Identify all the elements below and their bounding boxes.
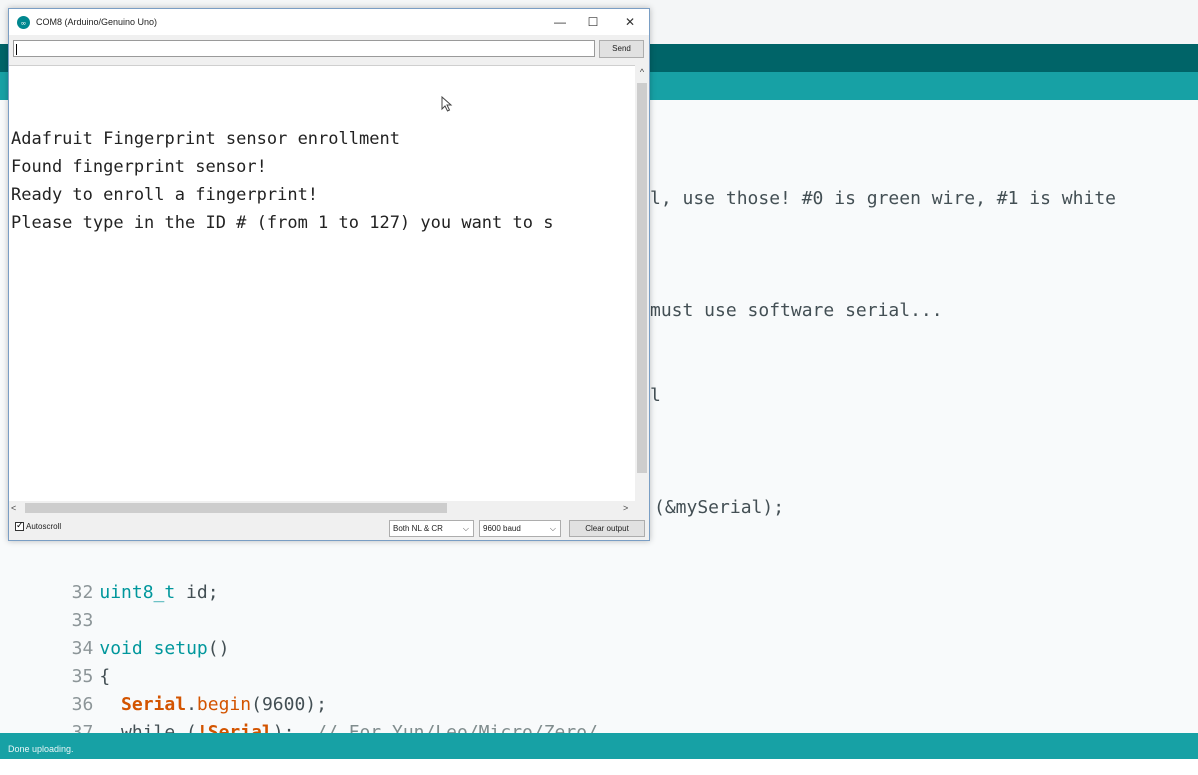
- code-token: id;: [175, 582, 219, 603]
- status-text: Done uploading.: [8, 744, 74, 754]
- scroll-up-arrow[interactable]: ^: [635, 65, 649, 79]
- vertical-scroll-thumb[interactable]: [637, 83, 647, 473]
- mouse-pointer-icon: [441, 95, 453, 117]
- code-line: 32 uint8_t id;: [0, 551, 219, 603]
- horizontal-scroll-thumb[interactable]: [25, 503, 447, 513]
- code-fragment: must use software serial...: [650, 300, 943, 321]
- clear-output-button[interactable]: Clear output: [569, 520, 645, 537]
- send-button[interactable]: Send: [599, 40, 644, 58]
- serial-output[interactable]: Adafruit Fingerprint sensor enrollment F…: [9, 65, 635, 506]
- text-caret: [16, 44, 17, 55]
- horizontal-scrollbar[interactable]: < >: [9, 501, 635, 515]
- code-line: 36 Serial.begin(9600);: [0, 663, 327, 715]
- serial-monitor-window: ∞ COM8 (Arduino/Genuino Uno) — ☐ ✕ Send …: [8, 8, 650, 541]
- autoscroll-label: Autoscroll: [26, 522, 62, 531]
- maximize-button[interactable]: ☐: [575, 12, 611, 32]
- code-fragment: l, use those! #0 is green wire, #1 is wh…: [650, 188, 1116, 209]
- checkbox-checked-icon[interactable]: [15, 520, 24, 532]
- output-line: Ready to enroll a fingerprint!: [11, 185, 319, 205]
- minimize-button[interactable]: —: [542, 12, 578, 32]
- code-fragment: (&mySerial);: [654, 497, 785, 518]
- svg-text:∞: ∞: [21, 20, 27, 28]
- output-line: Found fingerprint sensor!: [11, 157, 267, 177]
- serial-controls: Autoscroll Both NL & CR ⌵ 9600 baud ⌵ Cl…: [9, 515, 649, 540]
- code-line: 37 while (!Serial); // For Yun/Leo/Micro…: [0, 691, 631, 743]
- window-title: COM8 (Arduino/Genuino Uno): [36, 17, 158, 27]
- autoscroll-checkbox[interactable]: Autoscroll: [15, 520, 62, 532]
- line-ending-select[interactable]: Both NL & CR ⌵: [389, 520, 474, 537]
- output-line: Please type in the ID # (from 1 to 127) …: [11, 213, 554, 233]
- baud-rate-select[interactable]: 9600 baud ⌵: [479, 520, 561, 537]
- baud-rate-value: 9600 baud: [483, 524, 521, 533]
- arduino-icon: ∞: [17, 16, 30, 29]
- code-token: (): [207, 638, 230, 659]
- close-button[interactable]: ✕: [612, 12, 648, 32]
- code-token: uint8_t: [99, 582, 176, 603]
- line-ending-value: Both NL & CR: [393, 524, 443, 533]
- chevron-down-icon: ⌵: [549, 524, 556, 533]
- code-line: 35{: [0, 635, 111, 687]
- code-token: setup: [153, 638, 208, 659]
- serial-input[interactable]: [13, 40, 595, 57]
- title-bar[interactable]: ∞ COM8 (Arduino/Genuino Uno) — ☐ ✕: [9, 9, 649, 35]
- output-line: Adafruit Fingerprint sensor enrollment: [11, 129, 400, 149]
- code-fragment: l: [650, 385, 661, 406]
- code-line: 34 void setup(): [0, 607, 230, 659]
- vertical-scrollbar[interactable]: ^: [635, 65, 649, 505]
- scroll-left-arrow[interactable]: <: [11, 501, 16, 515]
- chevron-down-icon: ⌵: [462, 524, 469, 533]
- scroll-right-arrow[interactable]: >: [623, 501, 628, 515]
- code-line: 33: [0, 579, 99, 631]
- send-row: Send: [9, 35, 649, 69]
- status-bar: Done uploading.: [0, 733, 1198, 759]
